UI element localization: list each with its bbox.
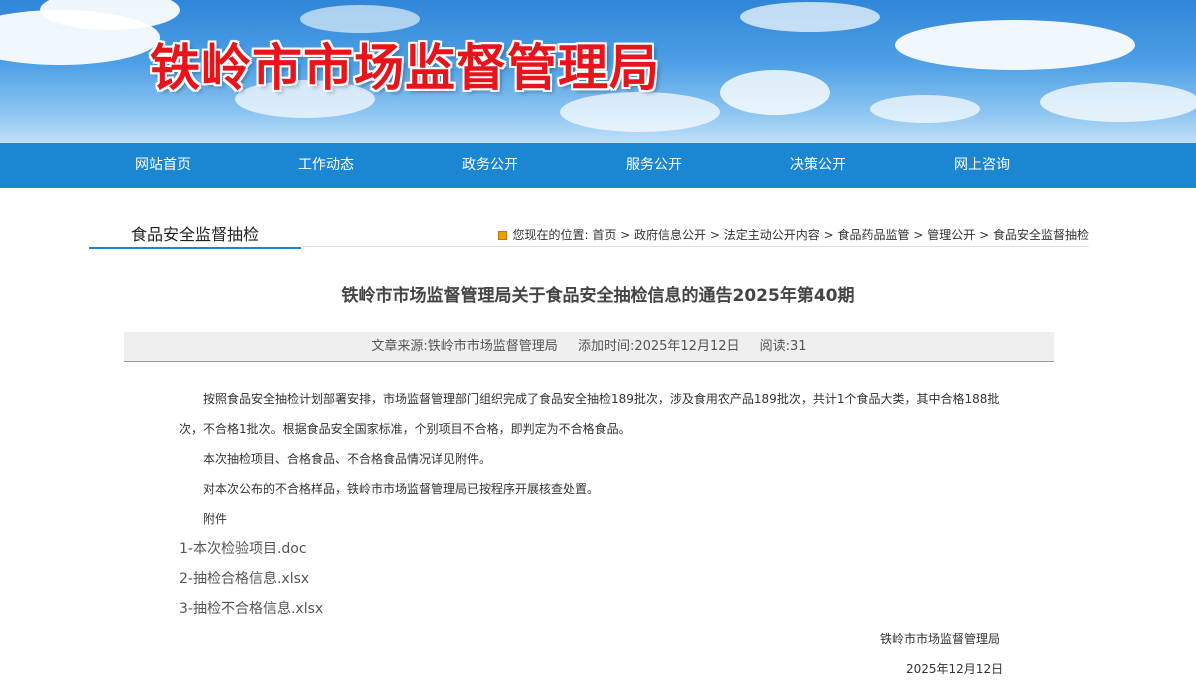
location-icon [498,231,508,240]
paragraph: 次，不合格1批次。根据食品安全国家标准，个别项目不合格，即判定为不合格食品。 [179,422,631,436]
attachment-link[interactable]: 2-抽检合格信息.xlsx [179,568,309,588]
cloud-decoration [720,70,830,115]
divider [301,246,1089,247]
nav-item-home[interactable]: 网站首页 [81,143,245,188]
breadcrumb-current[interactable]: 食品安全监督抽检 [993,228,1089,242]
nav-item-decisions[interactable]: 决策公开 [736,143,900,188]
cloud-decoration [740,2,880,32]
header-banner: 铁岭市市场监督管理局 [0,0,1196,143]
breadcrumb-separator: > [913,228,924,242]
article-meta: 文章来源:铁岭市市场监督管理局 添加时间:2025年12月12日 阅读:31 [124,332,1054,362]
cloud-decoration [1040,82,1196,122]
article-source: 文章来源:铁岭市市场监督管理局 [371,339,558,354]
paragraph: 本次抽检项目、合格食品、不合格食品情况详见附件。 [203,452,492,466]
cloud-decoration [870,95,980,123]
nav-item-work-news[interactable]: 工作动态 [244,143,408,188]
breadcrumb-management[interactable]: 管理公开 [927,228,975,242]
breadcrumb-separator: > [709,228,720,242]
nav-item-services[interactable]: 服务公开 [572,143,736,188]
site-title: 铁岭市市场监督管理局 [150,39,660,97]
breadcrumb-home[interactable]: 首页 [592,228,616,242]
publish-date: 2025年12月12日 [906,662,1004,676]
paragraph: 对本次公布的不合格样品，铁岭市市场监督管理局已按程序开展核查处置。 [203,482,600,496]
breadcrumb-gov-info[interactable]: 政府信息公开 [634,228,706,242]
column-title: 食品安全监督抽检 [89,218,301,249]
breadcrumb-statutory[interactable]: 法定主动公开内容 [724,228,820,242]
breadcrumb-separator: > [620,228,631,242]
breadcrumb-food-drug[interactable]: 食品药品监管 [838,228,910,242]
attachment-link[interactable]: 1-本次检验项目.doc [179,538,307,558]
article-title: 铁岭市市场监督管理局关于食品安全抽检信息的通告2025年第40期 [341,286,855,306]
article-views: 阅读:31 [759,339,807,354]
attachment-link[interactable]: 3-抽检不合格信息.xlsx [179,598,323,618]
cloud-decoration [895,20,1135,70]
breadcrumb-prefix: 您现在的位置: [512,228,589,242]
nav-item-online-consult[interactable]: 网上咨询 [900,143,1064,188]
breadcrumb: 您现在的位置: 首页 > 政府信息公开 > 法定主动公开内容 > 食品药品监管 … [498,226,1089,243]
breadcrumb-separator: > [979,228,990,242]
nav-item-government-affairs[interactable]: 政务公开 [408,143,572,188]
paragraph: 按照食品安全抽检计划部署安排，市场监督管理部门组织完成了食品安全抽检189批次，… [203,392,1000,406]
main-nav: 网站首页 工作动态 政务公开 服务公开 决策公开 网上咨询 [0,143,1196,188]
attachment-label: 附件 [203,512,228,526]
column-title-text: 食品安全监督抽检 [131,225,260,244]
signature: 铁岭市市场监督管理局 [880,632,1001,646]
article-time: 添加时间:2025年12月12日 [577,339,740,354]
breadcrumb-separator: > [823,228,834,242]
